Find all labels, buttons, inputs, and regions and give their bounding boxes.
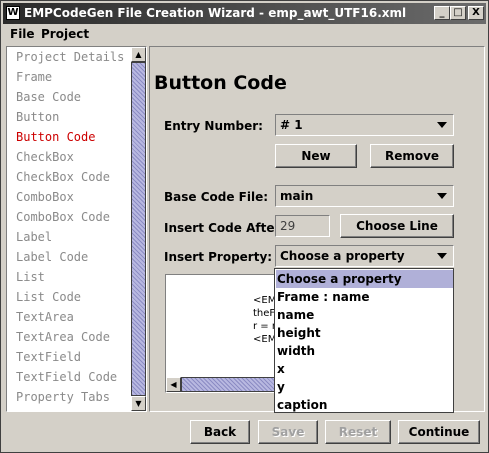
insert-code-after-value: 29 xyxy=(280,219,296,233)
close-button[interactable]: X xyxy=(468,6,484,20)
entry-number-label: Entry Number: xyxy=(164,119,263,133)
sidebar-item[interactable]: CheckBox xyxy=(7,147,131,167)
menu-project[interactable]: Project xyxy=(41,27,89,41)
title-bar[interactable]: W EMPCodeGen File Creation Wizard - emp_… xyxy=(3,3,486,24)
choose-line-button[interactable]: Choose Line xyxy=(340,214,454,238)
wizard-window: W EMPCodeGen File Creation Wizard - emp_… xyxy=(0,0,489,453)
wizard-footer: Back Save Reset Continue xyxy=(1,413,488,452)
sidebar-item[interactable]: CheckBox Code xyxy=(7,167,131,187)
insert-code-after-field[interactable]: 29 xyxy=(275,215,330,237)
back-button[interactable]: Back xyxy=(190,420,250,444)
step-list: Project Details Frame Base Code Button Butto… xyxy=(6,46,147,412)
step-list-items: Project Details Frame Base Code Button Butto… xyxy=(7,47,131,411)
scroll-thumb[interactable] xyxy=(181,377,281,392)
base-code-file-select[interactable]: main xyxy=(275,185,454,207)
insert-property-label: Insert Property: xyxy=(164,250,273,264)
property-dropdown-list[interactable]: Choose a property Frame : name name height w… xyxy=(274,268,454,413)
chevron-down-icon xyxy=(437,122,447,128)
code-line: r = r xyxy=(253,321,276,332)
chevron-down-icon xyxy=(437,193,447,199)
sidebar-item[interactable]: Frame xyxy=(7,67,131,87)
entry-number-select[interactable]: # 1 xyxy=(275,114,454,136)
sidebar-item[interactable]: Property Tabs xyxy=(7,387,131,407)
scroll-left-icon[interactable]: ◀ xyxy=(166,377,181,392)
scroll-down-icon[interactable]: ▼ xyxy=(131,396,146,411)
sidebar-item[interactable]: TextArea Code xyxy=(7,327,131,347)
app-icon: W xyxy=(6,6,20,20)
sidebar-item[interactable]: TextArea xyxy=(7,307,131,327)
remove-button[interactable]: Remove xyxy=(370,144,454,168)
menu-file[interactable]: File xyxy=(10,27,35,41)
window-title: EMPCodeGen File Creation Wizard - emp_aw… xyxy=(24,6,407,20)
sidebar-item[interactable]: ComboBox xyxy=(7,187,131,207)
sidebar-item[interactable]: Label Code xyxy=(7,247,131,267)
sidebar-item[interactable]: Label xyxy=(7,227,131,247)
sidebar-item[interactable]: Project Details xyxy=(7,47,131,67)
step-list-scrollbar[interactable]: ▲ ▼ xyxy=(131,47,146,411)
continue-button[interactable]: Continue xyxy=(398,420,480,444)
property-option[interactable]: width xyxy=(276,342,453,360)
property-option[interactable]: Frame : name xyxy=(276,288,453,306)
code-line: theF xyxy=(253,308,276,319)
sidebar-item[interactable]: TextField xyxy=(7,347,131,367)
property-option[interactable]: y xyxy=(276,378,453,396)
code-line: <EM xyxy=(253,295,277,306)
sidebar-item[interactable]: List xyxy=(7,267,131,287)
property-option[interactable]: x xyxy=(276,360,453,378)
insert-property-value: Choose a property xyxy=(280,249,405,263)
property-option[interactable]: height xyxy=(276,324,453,342)
sidebar-item[interactable]: List Code xyxy=(7,287,131,307)
property-option[interactable]: Choose a property xyxy=(276,270,453,288)
reset-button[interactable]: Reset xyxy=(325,420,391,444)
insert-code-after-label: Insert Code After: xyxy=(164,221,286,235)
base-code-file-value: main xyxy=(280,189,314,203)
sidebar-item[interactable]: TextField Code xyxy=(7,367,131,387)
sidebar-item[interactable]: Button Code xyxy=(7,127,131,147)
property-option[interactable]: caption xyxy=(276,396,453,414)
sidebar-item[interactable]: Base Code xyxy=(7,87,131,107)
code-text-area[interactable]: <EM theF r = r <EM ◀ xyxy=(165,274,284,393)
minimize-button[interactable]: _ xyxy=(434,6,450,20)
insert-property-select[interactable]: Choose a property xyxy=(275,245,454,267)
code-line: <EM xyxy=(253,334,277,345)
code-horizontal-scrollbar[interactable]: ◀ xyxy=(166,377,283,392)
maximize-button[interactable]: □ xyxy=(450,6,466,20)
sidebar-item[interactable]: ComboBox Code xyxy=(7,207,131,227)
property-option[interactable]: name xyxy=(276,306,453,324)
entry-number-value: # 1 xyxy=(280,118,303,132)
scroll-thumb[interactable] xyxy=(131,62,146,396)
sidebar-item[interactable]: Button xyxy=(7,107,131,127)
base-code-file-label: Base Code File: xyxy=(164,190,269,204)
chevron-down-icon xyxy=(437,253,447,259)
save-button[interactable]: Save xyxy=(258,420,318,444)
new-button[interactable]: New xyxy=(275,144,357,168)
menu-bar: File Project xyxy=(3,25,486,44)
scroll-up-icon[interactable]: ▲ xyxy=(131,47,146,62)
page-title: Button Code xyxy=(154,72,287,94)
